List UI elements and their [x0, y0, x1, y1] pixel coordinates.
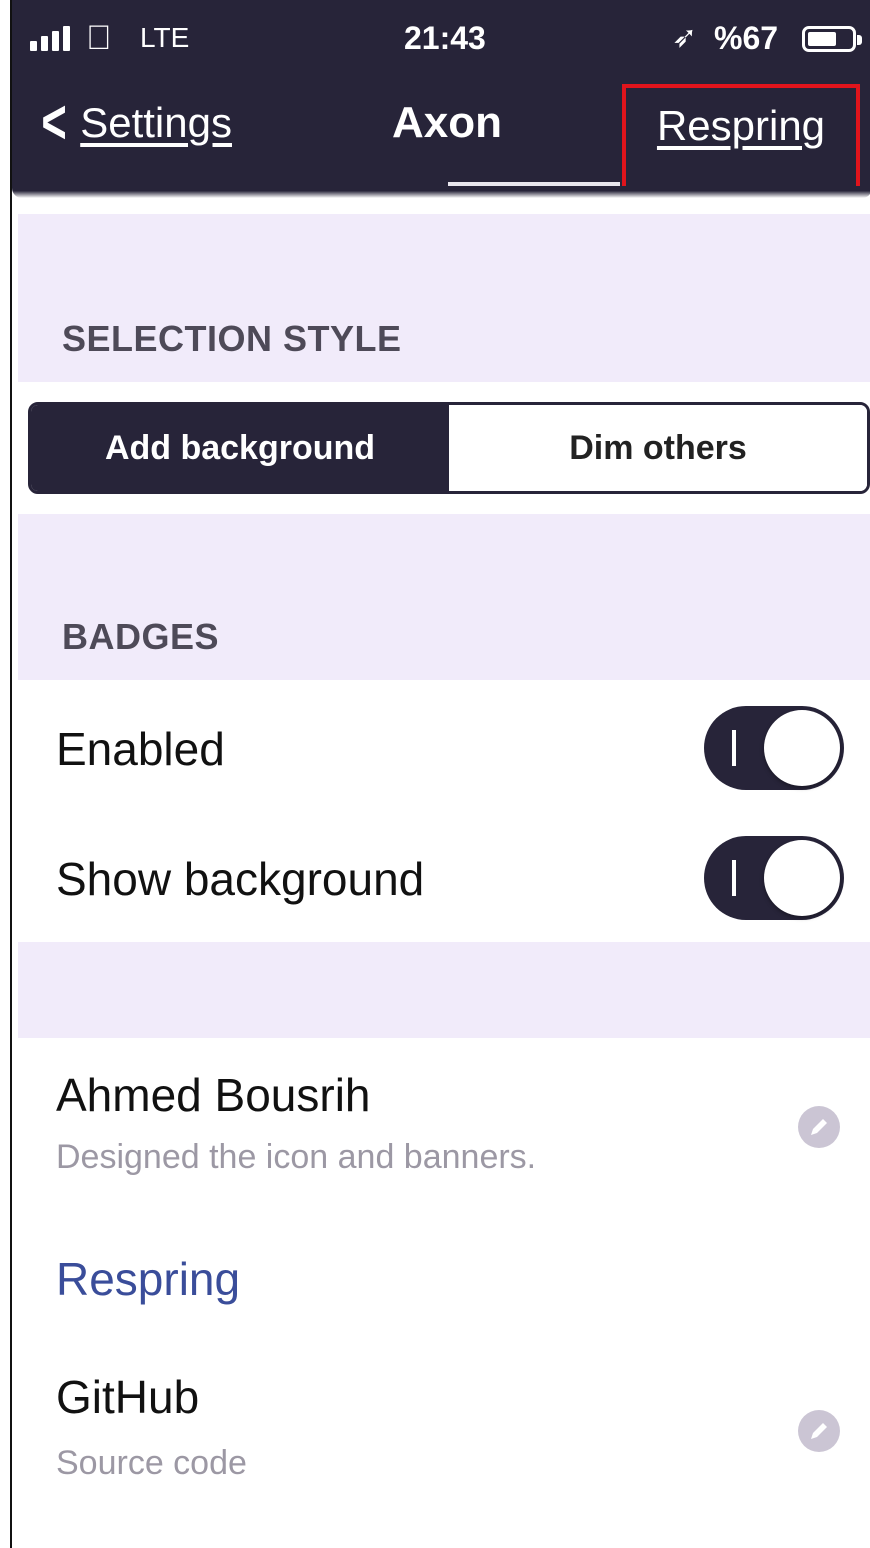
status-time: 21:43: [404, 20, 486, 56]
section-title: BADGES: [62, 616, 220, 657]
credit-name: Ahmed Bousrih: [56, 1069, 371, 1121]
settings-screen:  LTE 21:43 ➶ %67 < Settings Axon Respri…: [10, 0, 870, 1548]
battery-percent: %67: [714, 20, 779, 56]
row-label: Show background: [56, 853, 425, 905]
header-edge: [12, 186, 870, 198]
show-background-toggle[interactable]: [704, 836, 844, 920]
github-row[interactable]: GitHub Source code: [12, 1340, 870, 1510]
selection-style-segmented-control[interactable]: Add background Dim others: [28, 402, 870, 494]
credit-description: Designed the icon and banners.: [56, 1138, 537, 1176]
location-arrow-icon: ➶: [672, 21, 698, 54]
enabled-toggle[interactable]: [704, 706, 844, 790]
row-badges-enabled: Enabled: [12, 680, 870, 812]
segment-add-background[interactable]: Add background: [31, 405, 449, 491]
github-title: GitHub: [56, 1371, 200, 1423]
row-label: Enabled: [56, 723, 225, 775]
pencil-icon: [798, 1106, 840, 1148]
segment-dim-others[interactable]: Dim others: [449, 405, 867, 491]
respring-button-label: Respring: [656, 102, 826, 149]
github-subtitle: Source code: [56, 1444, 247, 1482]
apple-icon: : [86, 18, 112, 58]
section-header-selection-style: SELECTION STYLE: [18, 214, 870, 382]
section-spacer: [18, 942, 870, 1038]
respring-link[interactable]: Respring: [56, 1252, 240, 1306]
section-header-badges: BADGES: [18, 514, 870, 680]
section-title: SELECTION STYLE: [62, 318, 402, 359]
credit-row-ahmed-bousrih[interactable]: Ahmed Bousrih Designed the icon and bann…: [12, 1038, 870, 1224]
navigation-bar:  LTE 21:43 ➶ %67 < Settings Axon Respri…: [12, 0, 870, 192]
network-type: LTE: [140, 22, 190, 53]
respring-button[interactable]: Respring: [622, 84, 860, 192]
row-show-background: Show background: [12, 812, 870, 942]
battery-icon: [802, 26, 862, 52]
signal-strength-icon: [30, 26, 70, 51]
pencil-icon: [798, 1410, 840, 1452]
